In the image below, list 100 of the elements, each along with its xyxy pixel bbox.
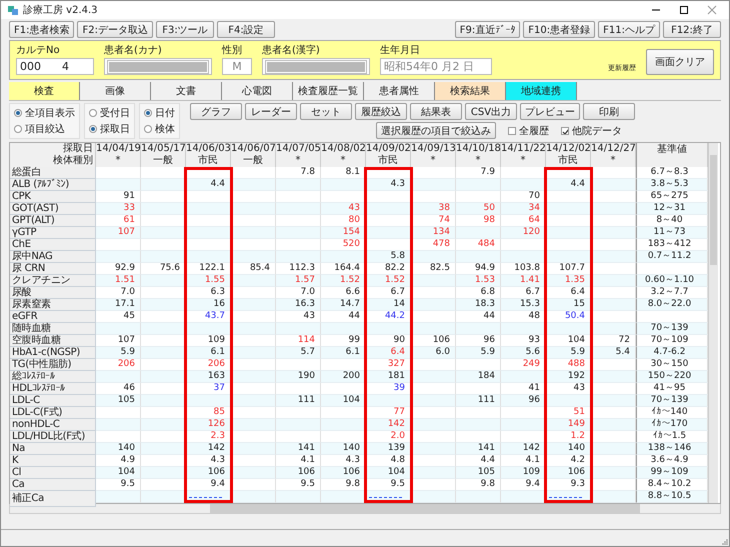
table-cell: 111 <box>456 395 501 407</box>
row-header: Ca <box>10 479 96 491</box>
row-header: LDL-C(F式) <box>10 407 96 419</box>
table-cell: 5.6 <box>501 347 546 359</box>
table-cell: 1.55 <box>186 275 231 287</box>
table-cell: 38 <box>411 203 456 215</box>
radio-label: 採取日 <box>100 123 130 136</box>
row-header: 総ｺﾚｽﾃﾛｰﾙ <box>10 371 96 383</box>
toolbar-button[interactable]: 印刷 <box>583 103 635 120</box>
function-key-button[interactable]: F11:ヘルプ <box>598 21 660 38</box>
function-key-button[interactable]: F9:直近ﾃﾞｰﾀ <box>454 21 520 38</box>
table-cell: 200 <box>321 371 366 383</box>
table-cell <box>411 395 456 407</box>
tab[interactable]: 地域連携 <box>506 82 577 100</box>
reference-cell: 70～139 <box>636 395 708 407</box>
table-cell: 1.57 <box>276 275 321 287</box>
table-cell: 192 <box>546 371 591 383</box>
filter-button[interactable]: 選択履歴の項目で絞込み <box>376 122 496 139</box>
radio-label: 受付日 <box>100 106 130 120</box>
checkbox[interactable] <box>508 126 516 134</box>
row-header: 空腹時血糖 <box>10 335 96 347</box>
toolbar-button[interactable]: グラフ <box>190 103 242 120</box>
function-key-button[interactable]: F1:患者検索 <box>9 21 74 38</box>
toolbar-button[interactable]: プレビュー <box>520 103 580 120</box>
table-cell <box>321 251 366 263</box>
table-cell <box>186 227 231 239</box>
table-cell <box>501 491 546 503</box>
toolbar-button[interactable]: セット <box>300 103 352 120</box>
vertical-scrollbar[interactable] <box>708 143 718 503</box>
table-cell: 104 <box>321 395 366 407</box>
close-icon[interactable] <box>707 5 717 15</box>
table-cell: 104 <box>96 467 141 479</box>
table-cell: 4.4 <box>186 179 231 191</box>
radio-button[interactable] <box>144 125 152 133</box>
table-cell: 1.41 <box>501 275 546 287</box>
table-cell <box>546 203 591 215</box>
column-header: * <box>411 155 456 167</box>
table-cell: 111 <box>276 395 321 407</box>
row-header: クレアチニン <box>10 275 96 287</box>
row-header: ChE <box>10 239 96 251</box>
table-cell: 184 <box>456 371 501 383</box>
table-cell: 140 <box>321 443 366 455</box>
sex-field[interactable]: M <box>222 58 252 75</box>
window-title: 診療工房 v2.4.3 <box>23 4 99 17</box>
maximize-icon[interactable] <box>679 5 689 15</box>
birth-date-field[interactable]: 昭和54年0 月2 日 <box>380 58 492 75</box>
column-header: * <box>96 155 141 167</box>
row-header: 補正Ca <box>10 491 96 507</box>
column-header: 市民 <box>186 155 231 167</box>
table-cell: 190 <box>276 371 321 383</box>
table-cell <box>231 467 276 479</box>
function-key-button[interactable]: F10:患者登録 <box>523 21 596 38</box>
toolbar-button[interactable]: CSV出力 <box>465 103 517 120</box>
toolbar-button[interactable]: レーダー <box>245 103 297 120</box>
field-label: カルテNo <box>16 44 61 57</box>
table-cell: 1.35 <box>546 275 591 287</box>
table-cell <box>186 395 231 407</box>
table-cell <box>411 275 456 287</box>
function-key-button[interactable]: F12:終了 <box>663 21 721 38</box>
radio-button[interactable] <box>89 125 97 133</box>
chart-number-field[interactable]: 000 4 <box>16 58 94 75</box>
table-cell <box>456 227 501 239</box>
row-header: 尿酸 <box>10 287 96 299</box>
toolbar-button[interactable]: 結果表 <box>410 103 462 120</box>
table-cell <box>141 323 186 335</box>
resize-grip-icon[interactable] <box>721 538 729 546</box>
table-cell <box>276 251 321 263</box>
tab[interactable]: 検査 <box>9 82 80 100</box>
table-cell <box>591 251 636 263</box>
function-key-button[interactable]: F3:ツール <box>156 21 214 38</box>
column-header: 一般 <box>141 155 186 167</box>
table-cell: 5.7 <box>276 347 321 359</box>
radio-button[interactable] <box>14 125 22 133</box>
column-header: 14/10/18 <box>456 143 501 155</box>
function-key-button[interactable]: F2:データ取込 <box>77 21 153 38</box>
reference-cell: 0.60～1.10 <box>636 275 708 287</box>
table-cell <box>231 323 276 335</box>
table-cell <box>366 203 411 215</box>
column-header: 14/09/02 <box>366 143 411 155</box>
table-cell <box>591 491 636 503</box>
checkbox[interactable] <box>561 126 569 134</box>
field-label: 生年月日 <box>380 44 421 57</box>
row-header: GOT(AST) <box>10 203 96 215</box>
radio-button[interactable] <box>14 109 22 117</box>
table-cell <box>231 347 276 359</box>
reference-cell: 12～31 <box>636 203 708 215</box>
toolbar-button[interactable]: 履歴絞込 <box>355 103 407 120</box>
clear-screen-button[interactable]: 画面クリア <box>646 49 714 75</box>
table-cell <box>96 371 141 383</box>
table-cell <box>96 419 141 431</box>
horizontal-scrollbar[interactable] <box>9 504 721 514</box>
function-key-button[interactable]: F4:設定 <box>216 21 275 38</box>
table-cell: 16 <box>186 299 231 311</box>
table-cell <box>456 251 501 263</box>
table-cell <box>591 227 636 239</box>
table-cell <box>591 323 636 335</box>
tab[interactable]: 検索結果 <box>435 82 506 100</box>
radio-button[interactable] <box>89 109 97 117</box>
radio-button[interactable] <box>144 109 152 117</box>
table-cell <box>591 299 636 311</box>
